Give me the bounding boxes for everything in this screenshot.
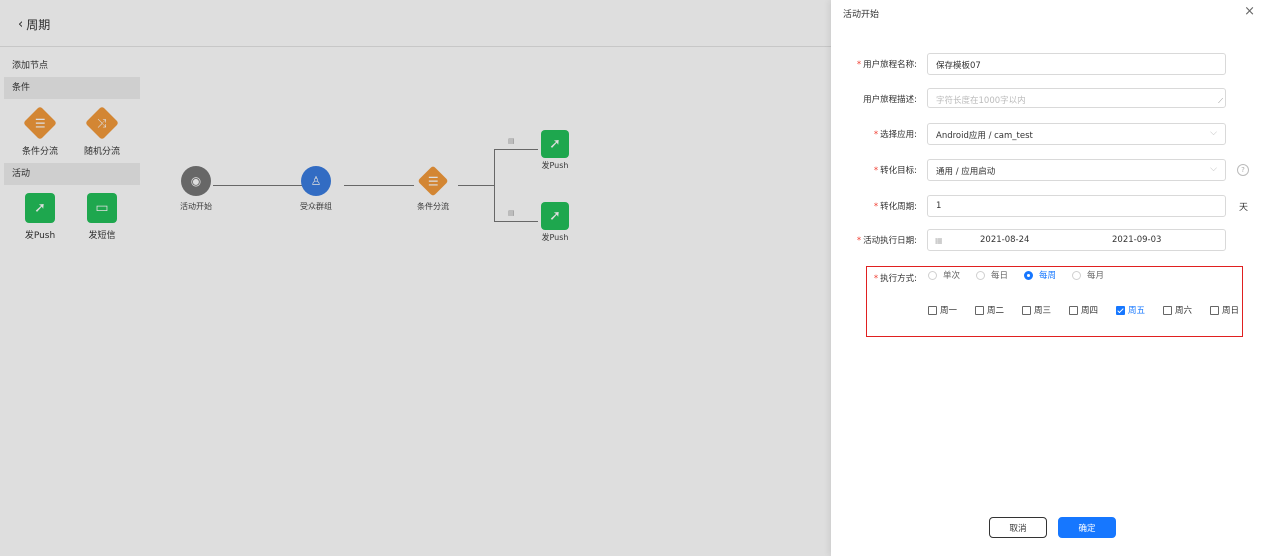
radio-weekly[interactable]: 每周 — [1024, 269, 1072, 281]
calendar-icon: ▦ — [935, 236, 943, 245]
row-exec-date: * 活动执行日期: ▦ 2021-08-24 2021-09-03 — [831, 229, 1269, 251]
checkbox-label: 周四 — [1081, 306, 1099, 316]
weekday-checkbox-group: 周一 周二 周三 周四 周五 周六 周日 — [928, 304, 1244, 316]
row-target: * 转化目标: 通用 / 应用启动 ⌵ ? — [831, 159, 1269, 181]
checkbox-label: 周三 — [1034, 306, 1052, 316]
chevron-down-icon: ⌵ — [1210, 164, 1217, 174]
checkbox-label: 周一 — [940, 306, 958, 316]
select-value: 通用 / 应用启动 — [936, 167, 996, 177]
row-journey-name: * 用户旅程名称: 保存模板07 — [831, 53, 1269, 75]
resize-handle-icon[interactable]: ⟋ — [1218, 97, 1223, 106]
ok-button[interactable]: 确定 — [1058, 517, 1116, 538]
date-end[interactable]: 2021-09-03 — [1112, 235, 1161, 245]
checkbox-saturday[interactable]: 周六 — [1163, 304, 1210, 316]
checkbox-tuesday[interactable]: 周二 — [975, 304, 1022, 316]
field-label: 活动执行日期: — [863, 236, 917, 246]
radio-label: 每月 — [1087, 271, 1105, 281]
modal-overlay[interactable] — [0, 0, 831, 556]
row-period: * 转化周期: 1 天 — [831, 195, 1269, 217]
checkbox-wednesday[interactable]: 周三 — [1022, 304, 1069, 316]
field-label: 用户旅程名称: — [863, 60, 917, 70]
row-journey-desc: 用户旅程描述: 字符长度在1000字以内 ⟋ — [831, 88, 1269, 110]
checkbox-sunday[interactable]: 周日 — [1210, 304, 1244, 316]
field-label: 用户旅程描述: — [863, 95, 917, 105]
checkbox-monday[interactable]: 周一 — [928, 304, 975, 316]
checkbox-label: 周日 — [1222, 306, 1240, 316]
radio-label: 每周 — [1039, 271, 1057, 281]
checkbox-friday[interactable]: 周五 — [1116, 304, 1163, 316]
radio-once[interactable]: 单次 — [928, 269, 976, 281]
field-label: 转化目标: — [880, 166, 917, 176]
select-value: Android应用 / cam_test — [936, 131, 1033, 141]
checkbox-thursday[interactable]: 周四 — [1069, 304, 1116, 316]
radio-label: 每日 — [991, 271, 1009, 281]
radio-daily[interactable]: 每日 — [976, 269, 1024, 281]
chevron-down-icon: ⌵ — [1210, 128, 1217, 138]
field-label: 转化周期: — [880, 202, 917, 212]
checkbox-label: 周二 — [987, 306, 1005, 316]
radio-monthly[interactable]: 每月 — [1072, 269, 1120, 281]
period-input[interactable]: 1 — [927, 195, 1226, 217]
journey-editor: ‹ 周期 添加节点 条件 ☰ 条件分流 ⤨ 随机分流 活动 ➚ 发Push ▭ … — [0, 0, 831, 556]
checkbox-label: 周五 — [1128, 306, 1146, 316]
help-icon[interactable]: ? — [1237, 164, 1249, 176]
field-label: 选择应用: — [880, 130, 917, 140]
radio-label: 单次 — [943, 271, 961, 281]
checkbox-label: 周六 — [1175, 306, 1193, 316]
app-select[interactable]: Android应用 / cam_test ⌵ — [927, 123, 1226, 145]
row-app: * 选择应用: Android应用 / cam_test ⌵ — [831, 123, 1269, 145]
period-unit: 天 — [1239, 203, 1249, 213]
drawer-title: 活动开始 — [843, 10, 880, 20]
journey-desc-textarea[interactable]: 字符长度在1000字以内 ⟋ — [927, 88, 1226, 108]
date-start[interactable]: 2021-08-24 — [980, 235, 1029, 245]
journey-name-input[interactable]: 保存模板07 — [927, 53, 1226, 75]
placeholder-text: 字符长度在1000字以内 — [936, 96, 1026, 106]
exec-mode-radio-group: 单次 每日 每周 每月 — [928, 269, 1120, 281]
close-icon[interactable]: × — [1244, 4, 1255, 19]
target-select[interactable]: 通用 / 应用启动 ⌵ — [927, 159, 1226, 181]
date-range-picker[interactable]: ▦ 2021-08-24 2021-09-03 — [927, 229, 1226, 251]
cancel-button[interactable]: 取消 — [989, 517, 1047, 538]
